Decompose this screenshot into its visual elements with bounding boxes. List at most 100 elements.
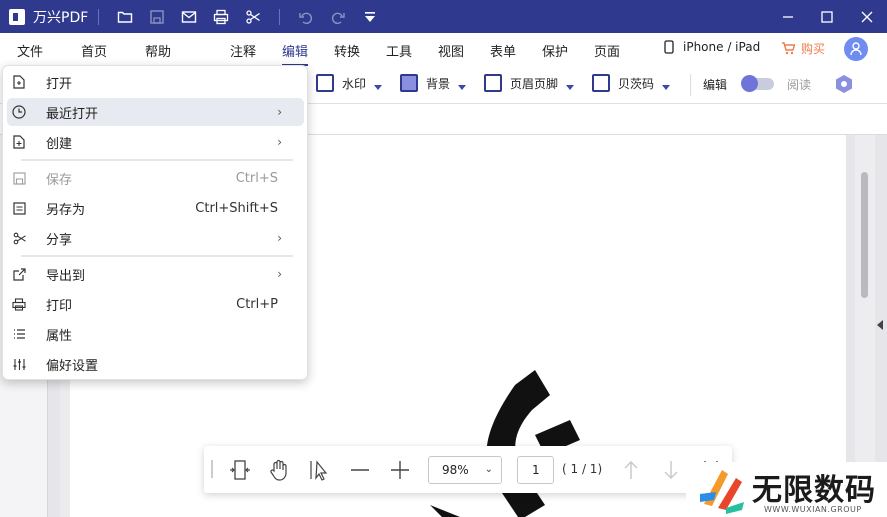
header-footer-button[interactable]: 页眉页脚 [484, 74, 575, 92]
watermark-label: 水印 [342, 76, 367, 91]
scrollbar-thumb[interactable] [861, 172, 868, 298]
menu-label: 导出到 [46, 268, 86, 284]
cart-icon [782, 42, 795, 55]
fit-page-icon[interactable] [228, 458, 252, 482]
next-page-button[interactable] [659, 458, 683, 482]
background-icon [400, 74, 418, 92]
toggle-knob [741, 75, 758, 92]
maximize-button[interactable] [807, 0, 847, 33]
menu-item-open[interactable]: 打开 [7, 68, 304, 96]
menu-shortcut: Ctrl+P [236, 296, 278, 312]
page-number-value: 1 [532, 463, 540, 477]
print-icon[interactable] [213, 9, 229, 25]
menu-label: 创建 [46, 136, 73, 152]
menu-help[interactable]: 帮助 [145, 41, 171, 60]
open-file-icon [12, 75, 26, 89]
sliders-icon [12, 357, 26, 371]
minimize-button[interactable] [768, 0, 808, 33]
chevron-down-icon [566, 84, 575, 90]
clock-icon [12, 105, 26, 119]
bates-label: 贝茨码 [618, 76, 655, 91]
menu-item-export[interactable]: 导出到 › [7, 260, 304, 288]
zoom-select[interactable]: 98% ⌄ [428, 456, 502, 484]
tab-page[interactable]: 页面 [594, 41, 620, 60]
menu-shortcut: Ctrl+Shift+S [195, 200, 278, 216]
app-name: 万兴PDF [33, 9, 89, 26]
menu-item-recent[interactable]: 最近打开 › [7, 98, 304, 126]
menu-item-share[interactable]: 分享 › [7, 224, 304, 252]
file-menu: 打开 最近打开 › 创建 › 保存 Ctrl+S 另存为 Ctrl+Shift+… [2, 65, 308, 380]
menu-label: 打印 [46, 298, 73, 314]
avatar[interactable] [844, 37, 868, 61]
menu-item-print[interactable]: 打印 Ctrl+P [7, 290, 304, 318]
export-icon [12, 267, 26, 281]
collapse-panel-icon[interactable] [877, 320, 883, 330]
read-mode-label: 阅读 [787, 78, 812, 92]
bates-button[interactable]: 贝茨码 [592, 74, 671, 92]
header-footer-icon [484, 74, 502, 92]
background-label: 背景 [426, 76, 451, 91]
save-icon [12, 171, 26, 185]
divider [279, 8, 281, 25]
tab-protect[interactable]: 保护 [542, 41, 568, 60]
save-icon[interactable] [149, 9, 165, 25]
app-logo-icon [9, 8, 25, 25]
close-button[interactable] [847, 0, 887, 33]
chevron-down-icon [662, 84, 671, 90]
menu-label: 保存 [46, 172, 73, 188]
tab-annotate[interactable]: 注释 [230, 41, 256, 60]
header-footer-label: 页眉页脚 [510, 76, 559, 91]
chevron-right-icon: › [277, 267, 282, 281]
hexagon-icon[interactable] [834, 74, 854, 94]
title-bar: 万兴PDF [0, 0, 887, 33]
user-icon [850, 42, 862, 56]
tab-forms[interactable]: 表单 [490, 41, 516, 60]
drag-handle[interactable] [211, 460, 213, 478]
chevron-right-icon: › [277, 135, 282, 149]
create-file-icon [12, 135, 26, 149]
watermark-button[interactable]: 水印 [316, 74, 383, 92]
edit-mode-label: 编辑 [703, 78, 728, 92]
device-link[interactable]: iPhone / iPad [664, 40, 760, 54]
buy-button[interactable]: 购买 [781, 40, 825, 57]
chevron-right-icon: › [277, 231, 282, 245]
chevron-right-icon: › [277, 105, 282, 119]
background-button[interactable]: 背景 [400, 74, 467, 92]
menu-item-save[interactable]: 保存 Ctrl+S [7, 164, 304, 192]
menu-shortcut: Ctrl+S [235, 170, 278, 186]
undo-icon[interactable] [298, 9, 314, 25]
menu-label: 另存为 [46, 202, 86, 218]
zoom-value: 98% [442, 463, 469, 477]
print-icon [12, 297, 26, 311]
hand-tool-icon[interactable] [267, 458, 291, 482]
quick-access-dropdown-icon[interactable] [362, 9, 378, 25]
watermark-logo: 无限数码 WWW.WUXIAN.GROUP [686, 462, 887, 517]
previous-page-button[interactable] [619, 458, 643, 482]
tab-edit[interactable]: 编辑 [282, 41, 309, 66]
page-number-input[interactable]: 1 [517, 456, 554, 484]
tab-tools[interactable]: 工具 [386, 41, 412, 60]
select-tool-icon[interactable] [308, 458, 332, 482]
open-folder-icon[interactable] [117, 9, 133, 25]
zoom-in-button[interactable] [388, 458, 412, 482]
edit-read-toggle[interactable] [741, 75, 774, 92]
share-icon[interactable] [245, 9, 261, 25]
tab-convert[interactable]: 转换 [334, 41, 360, 60]
menu-home[interactable]: 首页 [81, 41, 107, 60]
mail-icon[interactable] [181, 9, 197, 25]
menu-item-properties[interactable]: 属性 [7, 320, 304, 348]
divider [690, 74, 691, 96]
menu-file[interactable]: 文件 [17, 41, 43, 60]
menu-item-create[interactable]: 创建 › [7, 128, 304, 156]
menu-item-save-as[interactable]: 另存为 Ctrl+Shift+S [7, 194, 304, 222]
device-label: iPhone / iPad [683, 40, 761, 54]
menu-label: 偏好设置 [46, 358, 99, 374]
tab-view[interactable]: 视图 [438, 41, 464, 60]
redo-icon[interactable] [330, 9, 346, 25]
zoom-out-button[interactable] [348, 458, 372, 482]
phone-icon [664, 40, 674, 54]
menu-item-preferences[interactable]: 偏好设置 [7, 350, 304, 378]
menu-label: 分享 [46, 232, 73, 248]
page-navigation-bar: 98% ⌄ 1 ( 1 / 1) [204, 446, 732, 493]
watermark-subtitle: WWW.WUXIAN.GROUP [764, 505, 862, 514]
